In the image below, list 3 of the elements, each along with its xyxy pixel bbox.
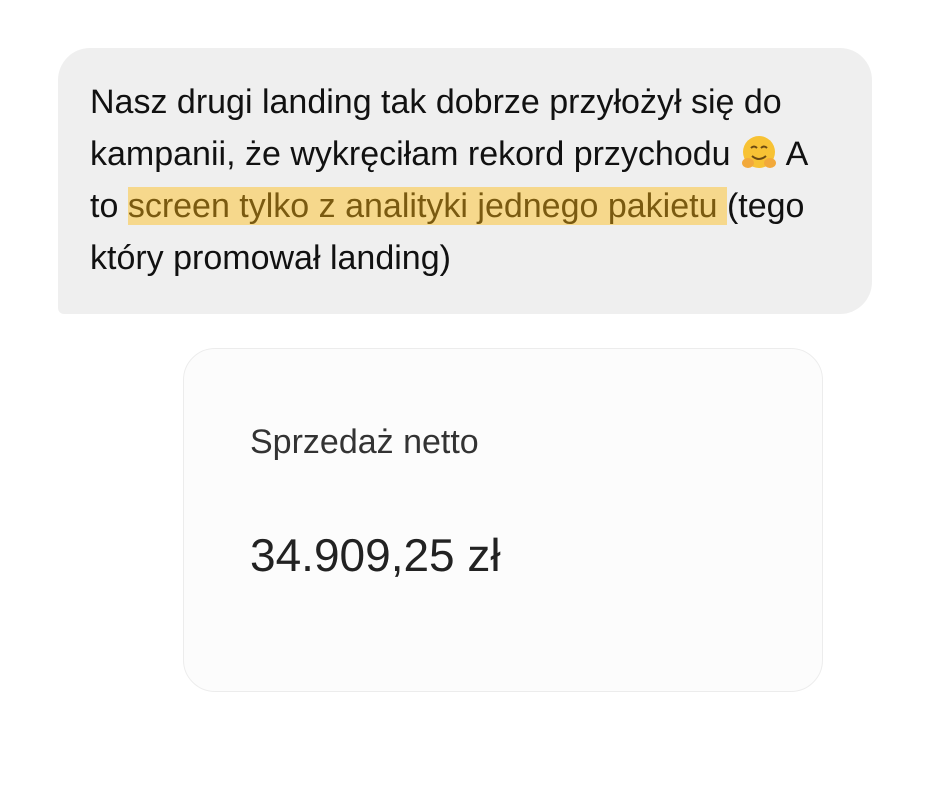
sales-value: 34.909,25 zł xyxy=(250,528,502,582)
message-text: Nasz drugi landing tak dobrze przyłożył się do kampanii, że wykręciłam rekord przychodu A to screen tylko z analityki jednego pakietu (tego który promował landing) xyxy=(90,82,808,279)
card-label: Sprzedaż netto xyxy=(250,423,480,462)
